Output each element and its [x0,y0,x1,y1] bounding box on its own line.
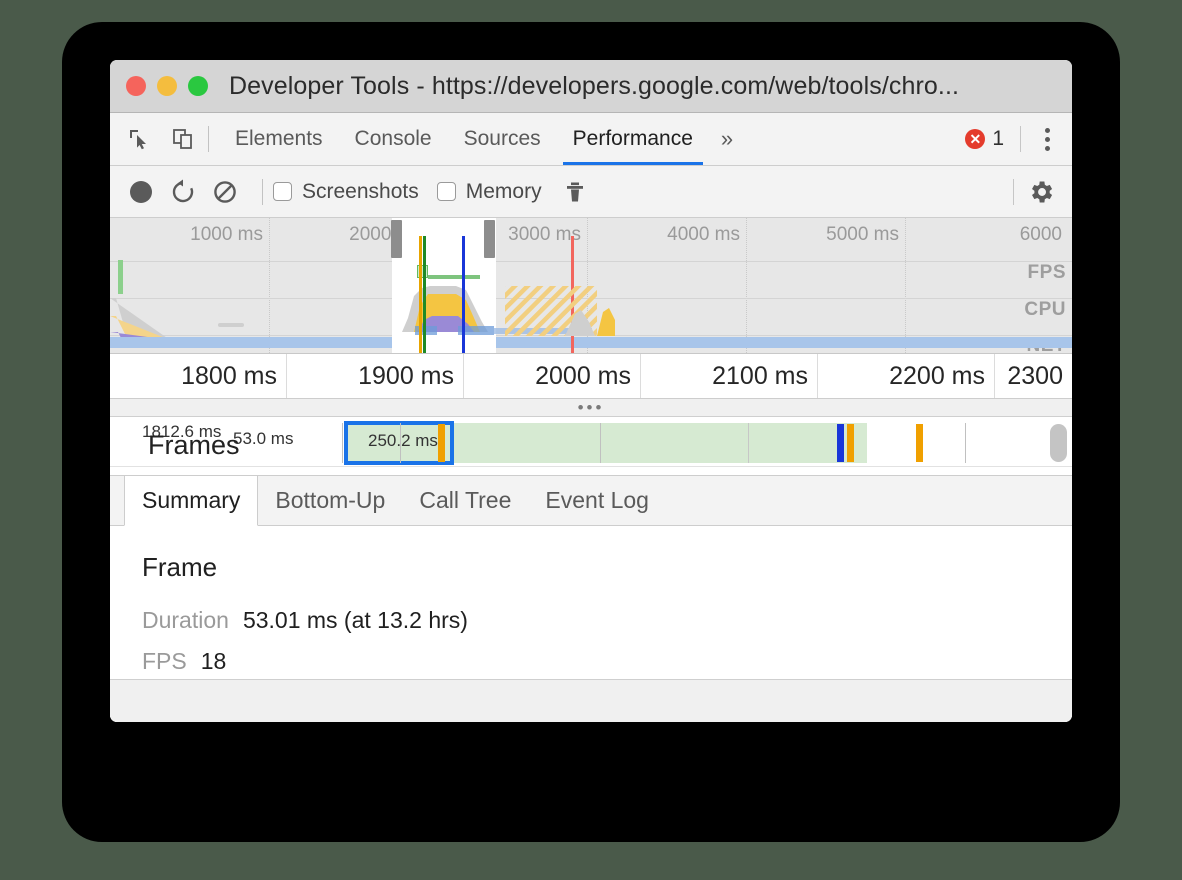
toolbar-divider [262,179,263,205]
frames-track-label: Frames [148,430,240,461]
load-marker-blue [462,236,465,353]
error-circle-icon: ✕ [965,129,985,149]
overview-time-label: 6000 [1020,224,1068,246]
devtools-tabbar: Elements Console Sources Performance » ✕… [110,113,1072,166]
tab-sources[interactable]: Sources [448,113,557,165]
overview-frame-bar [118,260,123,294]
frame-duration-label-selected: 250.2 ms [368,431,438,451]
overview-time-label: 4000 ms [667,224,746,246]
overview-row-label-fps: FPS [1028,262,1066,284]
overview-time-label: 5000 ms [826,224,905,246]
tab-event-log[interactable]: Event Log [528,476,666,525]
memory-label: Memory [466,180,542,204]
frames-scrollbar[interactable] [1050,424,1067,462]
summary-row-duration: Duration 53.01 ms (at 13.2 hrs) [142,607,1072,634]
device-toolbar-icon[interactable] [168,124,198,154]
panel-tabs: Elements Console Sources Performance » [219,113,745,165]
overview-cpu-minor [218,323,244,327]
screenshots-checkbox-box [273,182,292,201]
frame-marker-blue [837,424,844,462]
performance-toolbar: Screenshots Memory [110,166,1072,218]
tabbar-right-group: ✕ 1 [965,122,1072,157]
tab-elements[interactable]: Elements [219,113,339,165]
summary-key: FPS [142,648,187,675]
clear-recording-icon[interactable] [210,177,240,207]
tabbar-divider [208,126,209,152]
memory-checkbox-box [437,182,456,201]
maximize-window-button[interactable] [188,76,208,96]
dcl-marker [423,236,426,353]
overview-row-label-cpu: CPU [1024,299,1066,321]
ruler-label: 2300 [995,354,1072,398]
record-circle-icon[interactable] [126,177,156,207]
tab-summary[interactable]: Summary [124,476,258,526]
summary-key: Duration [142,607,229,634]
tab-bottom-up[interactable]: Bottom-Up [258,476,402,525]
ruler-label: 1900 ms [287,354,464,398]
error-count: 1 [992,127,1004,151]
overview-time-label: 3000 ms [508,224,587,246]
summary-title: Frame [142,552,1072,583]
summary-value: 18 [201,648,227,675]
summary-row-fps: FPS 18 [142,648,1072,675]
window-titlebar: Developer Tools - https://developers.goo… [110,60,1072,113]
error-badge[interactable]: ✕ 1 [965,127,1004,151]
fcp-marker [419,236,422,353]
frame-block[interactable] [454,423,749,463]
screen: Developer Tools - https://developers.goo… [0,0,1182,880]
frame-marker-orange [847,424,854,462]
memory-checkbox[interactable]: Memory [437,180,542,204]
ruler-label: 2000 ms [464,354,641,398]
close-window-button[interactable] [126,76,146,96]
tab-performance[interactable]: Performance [557,113,709,165]
more-tabs-icon[interactable]: » [709,126,745,152]
ruler-label: 1800 ms [110,354,287,398]
gear-icon[interactable] [1026,177,1056,207]
window-title: Developer Tools - https://developers.goo… [229,72,959,101]
inspect-element-icon[interactable] [124,124,154,154]
overview-cpu-activity [110,290,170,340]
overview-cpu-idle-region [505,280,615,336]
toolbar-right-divider [1013,179,1014,205]
frame-marker-orange [916,424,923,462]
frame-marker-orange [438,424,445,462]
tabbar-right-divider [1020,126,1021,152]
panel-resizer[interactable]: ••• [110,399,1072,417]
frames-track[interactable]: 1812.6 ms Frames 53.0 ms 250.2 ms [110,417,1072,476]
tab-call-tree[interactable]: Call Tree [402,476,528,525]
status-bar [110,679,1072,722]
devtools-window: Developer Tools - https://developers.goo… [110,60,1072,722]
screenshots-checkbox[interactable]: Screenshots [273,180,419,204]
drag-handle-left[interactable] [391,220,402,258]
kebab-menu-icon[interactable] [1037,122,1058,157]
timeline-ruler[interactable]: 1800 ms 1900 ms 2000 ms 2100 ms 2200 ms … [110,354,1072,399]
timeline-overview[interactable]: 1000 ms 2000 ms 3000 ms 4000 ms 5000 ms … [110,218,1072,354]
overview-net-band [110,337,1072,348]
frame-duration-label: 53.0 ms [233,429,293,449]
summary-value: 53.01 ms (at 13.2 hrs) [243,607,468,634]
ruler-label: 2200 ms [818,354,995,398]
window-controls [126,76,208,96]
detail-tabs: Summary Bottom-Up Call Tree Event Log [110,476,1072,526]
drag-handle-right[interactable] [484,220,495,258]
screenshots-label: Screenshots [302,180,419,204]
tab-console[interactable]: Console [339,113,448,165]
ruler-label: 2100 ms [641,354,818,398]
tabbar-icon-group [110,124,198,154]
reload-and-record-icon[interactable] [168,177,198,207]
overview-frame-span [428,275,480,279]
minimize-window-button[interactable] [157,76,177,96]
overview-time-label: 1000 ms [190,224,269,246]
trash-icon[interactable] [560,177,590,207]
